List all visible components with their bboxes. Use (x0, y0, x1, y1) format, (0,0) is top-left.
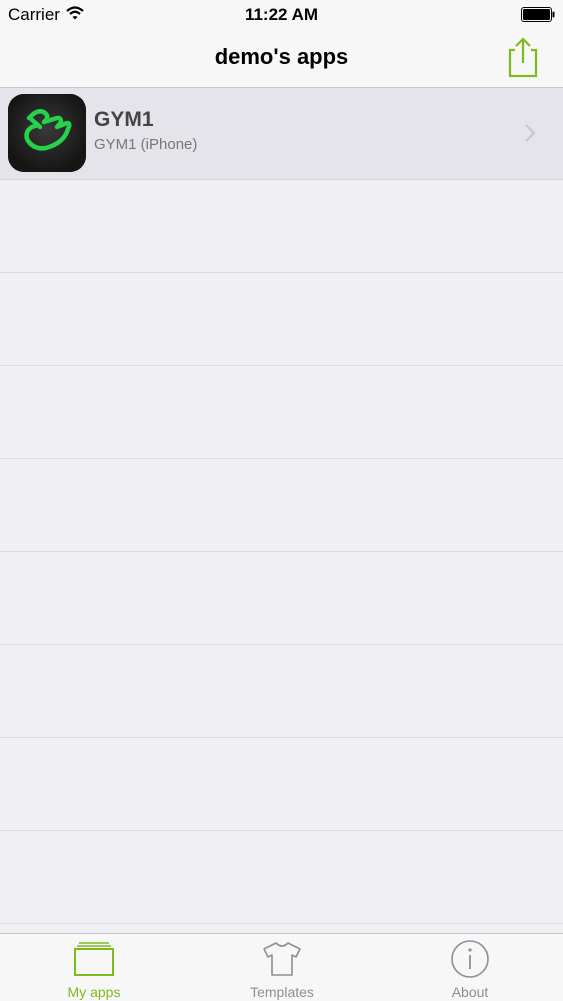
tshirt-icon (263, 942, 301, 976)
tab-templates[interactable]: Templates (188, 934, 376, 1001)
tab-about[interactable]: About (376, 934, 563, 1001)
gym-app-icon (8, 94, 86, 172)
apps-list: GYM1 GYM1 (iPhone) (0, 88, 563, 924)
tab-label: Templates (250, 984, 314, 1000)
tab-label: About (451, 984, 489, 1000)
app-subtitle: GYM1 (iPhone) (94, 136, 198, 153)
tab-label: My apps (67, 984, 121, 1000)
status-bar: Carrier 11:22 AM (0, 0, 563, 30)
chevron-right-icon (525, 124, 536, 142)
share-icon (508, 37, 538, 78)
empty-row (0, 273, 563, 366)
empty-row (0, 645, 563, 738)
empty-row (0, 738, 563, 831)
page-title: demo's apps (214, 44, 349, 69)
app-name: GYM1 (94, 108, 154, 131)
app-row-gym1[interactable]: GYM1 GYM1 (iPhone) (0, 88, 563, 180)
battery-icon (521, 7, 555, 22)
empty-row (0, 459, 563, 552)
share-button[interactable] (504, 36, 542, 78)
tab-my-apps[interactable]: My apps (0, 934, 188, 1001)
status-time: 11:22 AM (244, 5, 319, 24)
info-icon (451, 940, 489, 978)
empty-row (0, 552, 563, 645)
navigation-bar: demo's apps (0, 30, 563, 88)
tab-bar: My apps Templates About (0, 933, 563, 1001)
empty-row (0, 180, 563, 273)
empty-row (0, 366, 563, 459)
empty-row (0, 831, 563, 924)
my-apps-icon (74, 942, 114, 976)
